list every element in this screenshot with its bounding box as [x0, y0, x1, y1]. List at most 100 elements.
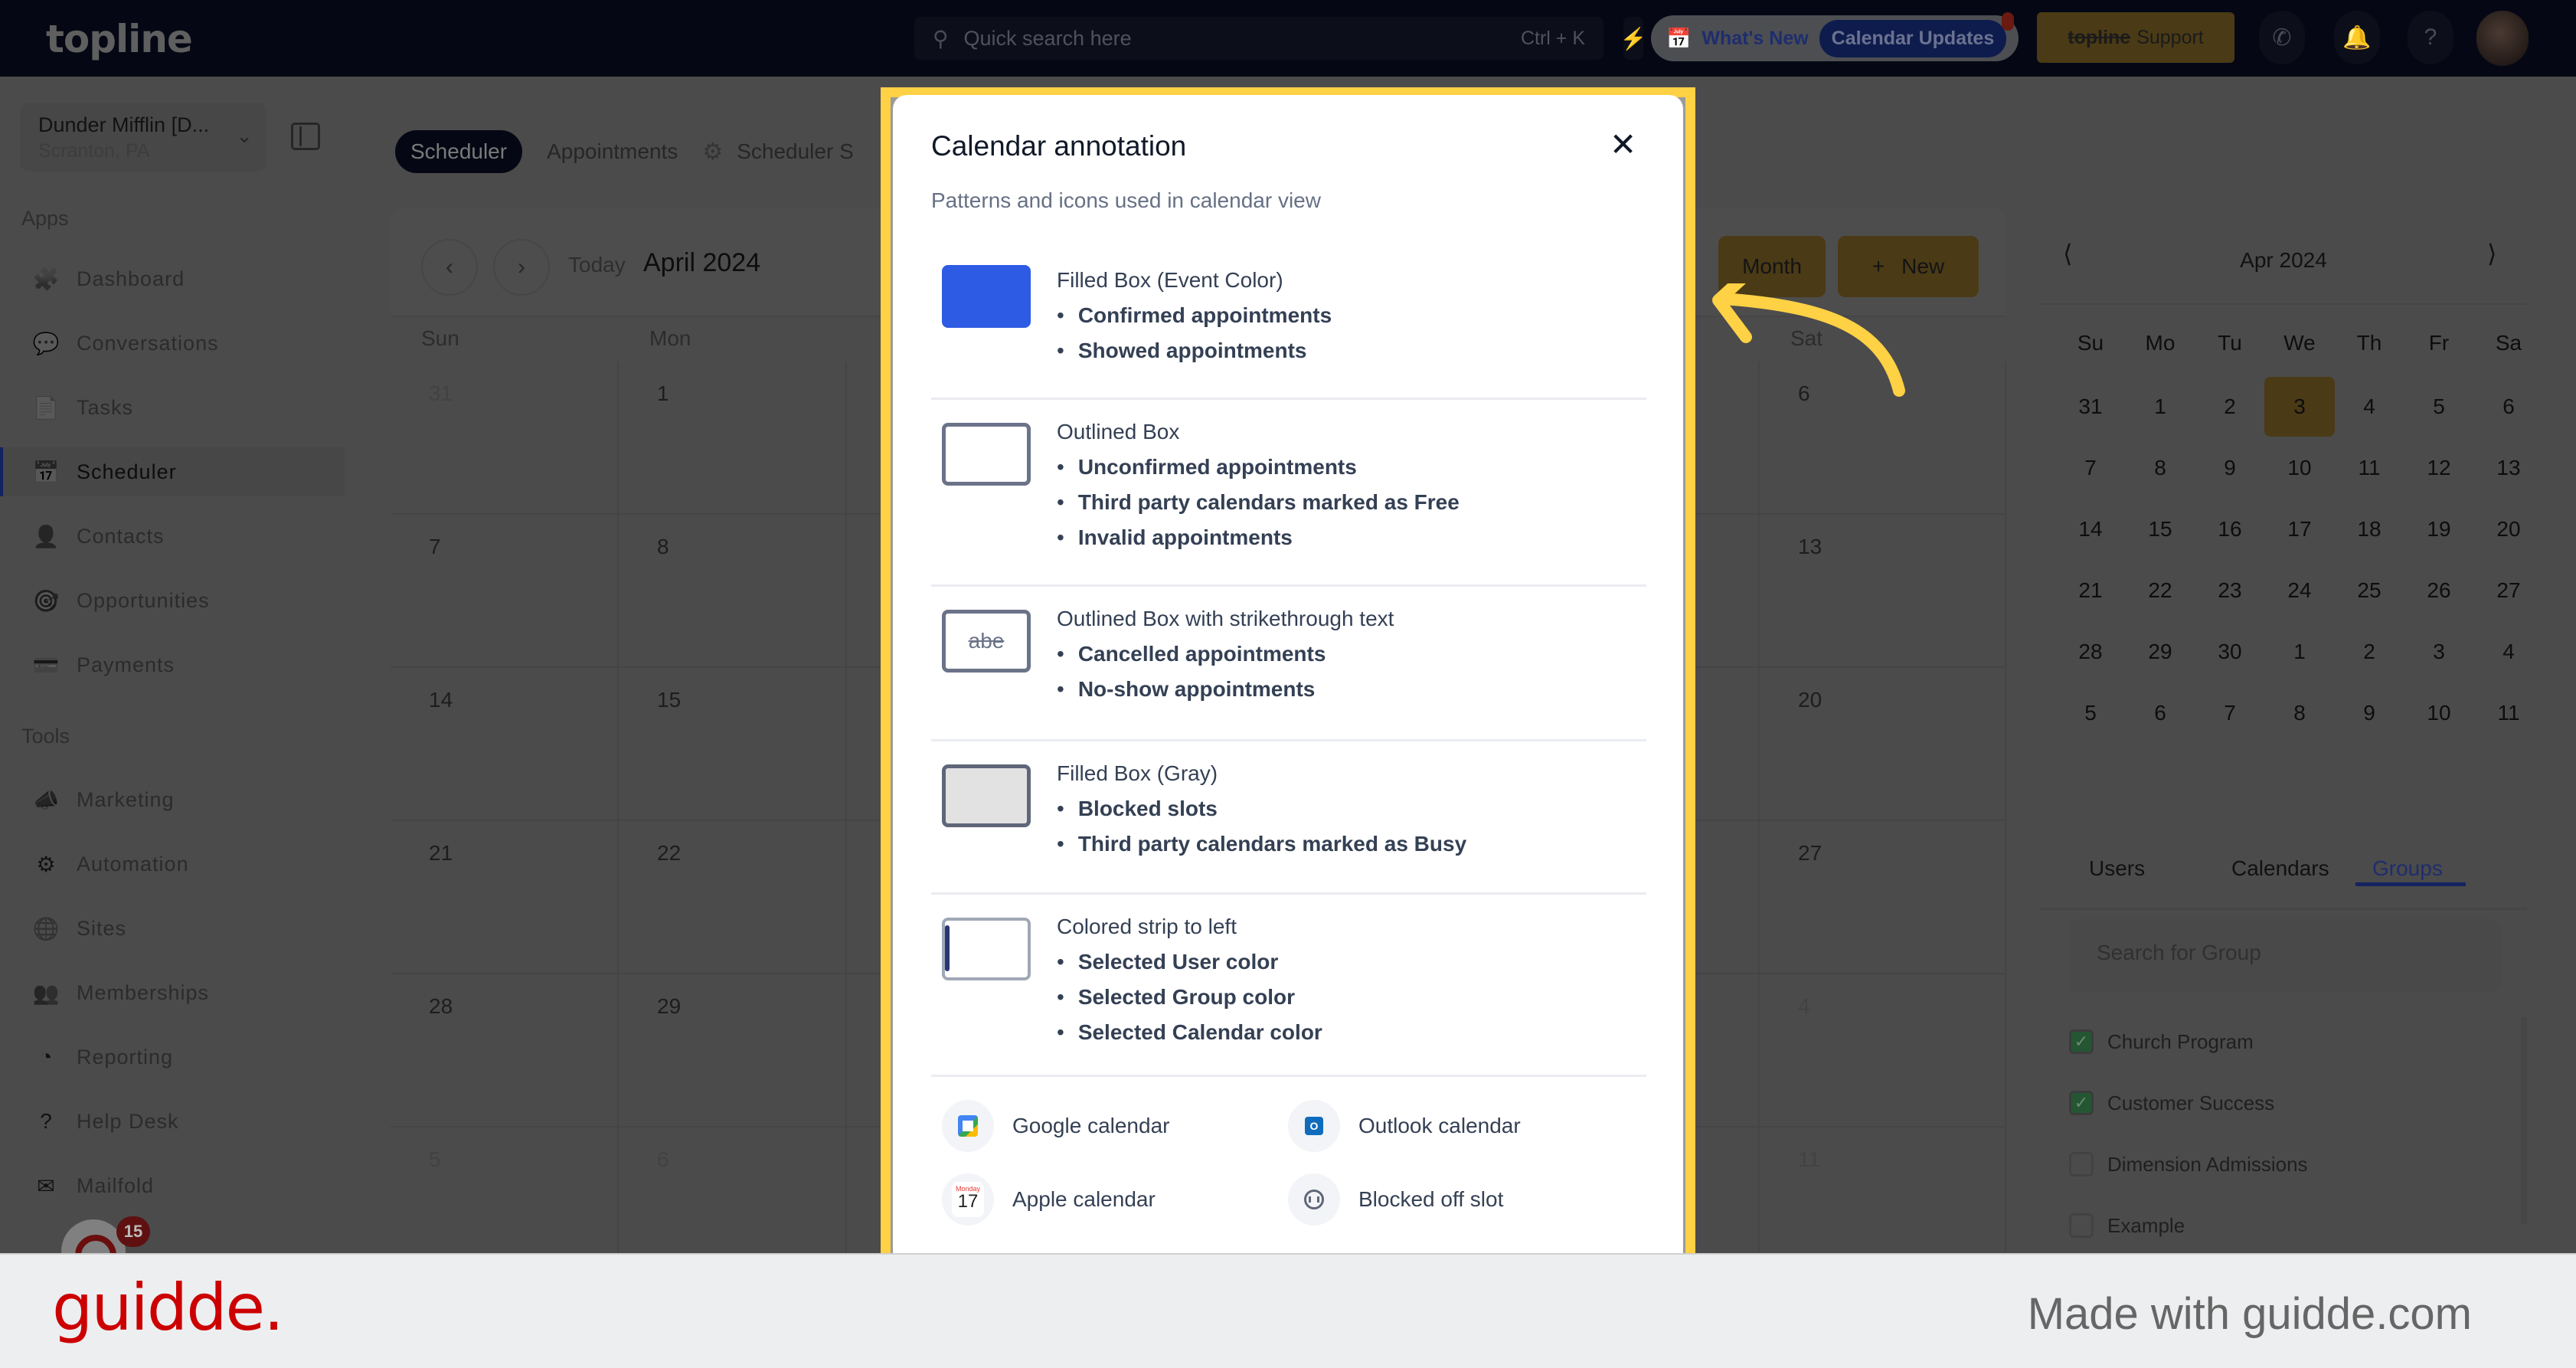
- mini-day[interactable]: 4: [2334, 377, 2404, 437]
- group-item[interactable]: Example: [2069, 1209, 2185, 1242]
- mini-day[interactable]: 17: [2264, 499, 2335, 559]
- mini-day[interactable]: 16: [2195, 499, 2265, 559]
- day-cell[interactable]: 8: [619, 515, 847, 668]
- day-cell[interactable]: 20: [1760, 668, 2006, 821]
- mini-day[interactable]: 23: [2195, 561, 2265, 620]
- mini-day[interactable]: 15: [2125, 499, 2195, 559]
- day-cell[interactable]: 27: [1760, 821, 2006, 974]
- mini-day[interactable]: 8: [2264, 683, 2335, 743]
- whats-new-button[interactable]: 📅 What's New Calendar Updates: [1651, 12, 2019, 61]
- day-cell[interactable]: 15: [619, 668, 847, 821]
- mini-day[interactable]: 30: [2195, 622, 2265, 682]
- quick-search-input[interactable]: ⚲ Quick search here Ctrl + K: [914, 17, 1603, 60]
- app-logo[interactable]: topline: [46, 17, 193, 61]
- mini-day[interactable]: 31: [2055, 377, 2126, 437]
- mini-day[interactable]: 5: [2404, 377, 2474, 437]
- phone-icon[interactable]: ✆: [2259, 11, 2305, 64]
- sidebar-item-opportunities[interactable]: 🎯 Opportunities: [0, 576, 345, 625]
- bell-icon[interactable]: 🔔: [2334, 11, 2380, 64]
- mini-day[interactable]: 24: [2264, 561, 2335, 620]
- mini-day[interactable]: 28: [2055, 622, 2126, 682]
- day-cell[interactable]: 11: [1760, 1127, 2006, 1253]
- checkbox-unchecked[interactable]: [2069, 1213, 2094, 1238]
- mini-day[interactable]: 5: [2055, 683, 2126, 743]
- sidebar-item-contacts[interactable]: 👤 Contacts: [0, 512, 345, 561]
- close-icon[interactable]: ✕: [1610, 126, 1636, 163]
- mini-day[interactable]: 6: [2125, 683, 2195, 743]
- mini-day[interactable]: 26: [2404, 561, 2474, 620]
- calendar-updates-pill[interactable]: Calendar Updates: [1819, 19, 2007, 57]
- day-cell[interactable]: 22: [619, 821, 847, 974]
- sidebar-item-dashboard[interactable]: 🧩 Dashboard: [0, 254, 345, 303]
- sidebar-item-reporting[interactable]: ◔ Reporting: [0, 1033, 345, 1082]
- sidebar-item-help-desk[interactable]: ? Help Desk: [0, 1097, 345, 1146]
- sidebar-item-tasks[interactable]: 📄 Tasks: [0, 383, 345, 432]
- checkbox-checked[interactable]: ✓: [2069, 1029, 2094, 1054]
- mini-day-selected[interactable]: 3: [2264, 377, 2335, 437]
- mini-day[interactable]: 11: [2334, 438, 2404, 498]
- sidebar-item-mailfold[interactable]: ✉ Mailfold: [0, 1161, 345, 1210]
- mini-day[interactable]: 3: [2404, 622, 2474, 682]
- groups-scrollbar[interactable]: [2521, 1017, 2527, 1224]
- chat-widget-button[interactable]: [61, 1219, 126, 1253]
- sidebar-item-payments[interactable]: 💳 Payments: [0, 640, 345, 689]
- group-item[interactable]: ✓ Customer Success: [2069, 1086, 2274, 1120]
- account-switcher[interactable]: Dunder Mifflin [D... Scranton, PA ⌄: [20, 103, 266, 172]
- mini-day[interactable]: 7: [2195, 683, 2265, 743]
- mini-day[interactable]: 27: [2473, 561, 2544, 620]
- sidebar-item-scheduler[interactable]: 📅 Scheduler: [0, 447, 345, 496]
- day-cell[interactable]: 31: [391, 362, 619, 515]
- mini-day[interactable]: 12: [2404, 438, 2474, 498]
- mini-day[interactable]: 7: [2055, 438, 2126, 498]
- tab-users[interactable]: Users: [2089, 856, 2145, 881]
- mini-day[interactable]: 9: [2334, 683, 2404, 743]
- checkbox-unchecked[interactable]: [2069, 1152, 2094, 1177]
- next-month-button[interactable]: ›: [493, 239, 550, 296]
- tab-scheduler-settings[interactable]: ⚙ Scheduler S: [702, 139, 853, 165]
- mini-day[interactable]: 10: [2404, 683, 2474, 743]
- sidebar-item-memberships[interactable]: 👥 Memberships: [0, 968, 345, 1017]
- day-cell[interactable]: 21: [391, 821, 619, 974]
- mini-day[interactable]: 20: [2473, 499, 2544, 559]
- day-cell[interactable]: 1: [619, 362, 847, 515]
- day-cell[interactable]: 13: [1760, 515, 2006, 668]
- mini-day[interactable]: 21: [2055, 561, 2126, 620]
- support-button[interactable]: topline Support: [2037, 12, 2234, 63]
- sidebar-item-sites[interactable]: 🌐 Sites: [0, 904, 345, 953]
- mini-day[interactable]: 11: [2473, 683, 2544, 743]
- group-item[interactable]: Dimension Admissions: [2069, 1147, 2308, 1181]
- lightning-icon[interactable]: ⚡: [1620, 17, 1646, 60]
- today-button[interactable]: Today: [568, 253, 626, 277]
- mini-day[interactable]: 13: [2473, 438, 2544, 498]
- mini-day[interactable]: 25: [2334, 561, 2404, 620]
- mini-day[interactable]: 1: [2264, 622, 2335, 682]
- sidebar-item-marketing[interactable]: 📣 Marketing: [0, 775, 345, 824]
- mini-day[interactable]: 22: [2125, 561, 2195, 620]
- day-cell[interactable]: 6: [619, 1127, 847, 1253]
- mini-day[interactable]: 19: [2404, 499, 2474, 559]
- mini-day[interactable]: 1: [2125, 377, 2195, 437]
- tab-groups[interactable]: Groups: [2372, 856, 2443, 881]
- sidebar-item-conversations[interactable]: 💬 Conversations: [0, 319, 345, 368]
- sidebar-item-automation[interactable]: ⚙ Automation: [0, 839, 345, 889]
- tab-appointments[interactable]: Appointments: [547, 139, 678, 164]
- tab-calendars[interactable]: Calendars: [2231, 856, 2329, 881]
- mini-day[interactable]: 6: [2473, 377, 2544, 437]
- prev-month-button[interactable]: ‹: [421, 239, 478, 296]
- day-cell[interactable]: 14: [391, 668, 619, 821]
- mini-day[interactable]: 2: [2334, 622, 2404, 682]
- mini-next-icon[interactable]: ⟩: [2487, 239, 2496, 268]
- group-search-input[interactable]: Search for Group: [2069, 919, 2501, 993]
- day-cell[interactable]: 5: [391, 1127, 619, 1253]
- mini-day[interactable]: 8: [2125, 438, 2195, 498]
- day-cell[interactable]: 7: [391, 515, 619, 668]
- day-cell[interactable]: 4: [1760, 974, 2006, 1127]
- checkbox-checked[interactable]: ✓: [2069, 1091, 2094, 1115]
- mini-day[interactable]: 4: [2473, 622, 2544, 682]
- group-item[interactable]: ✓ Church Program: [2069, 1025, 2254, 1059]
- mini-day[interactable]: 2: [2195, 377, 2265, 437]
- mini-day[interactable]: 14: [2055, 499, 2126, 559]
- sidebar-collapse-icon[interactable]: [291, 123, 320, 150]
- tab-scheduler[interactable]: Scheduler: [395, 130, 523, 173]
- day-cell[interactable]: 29: [619, 974, 847, 1127]
